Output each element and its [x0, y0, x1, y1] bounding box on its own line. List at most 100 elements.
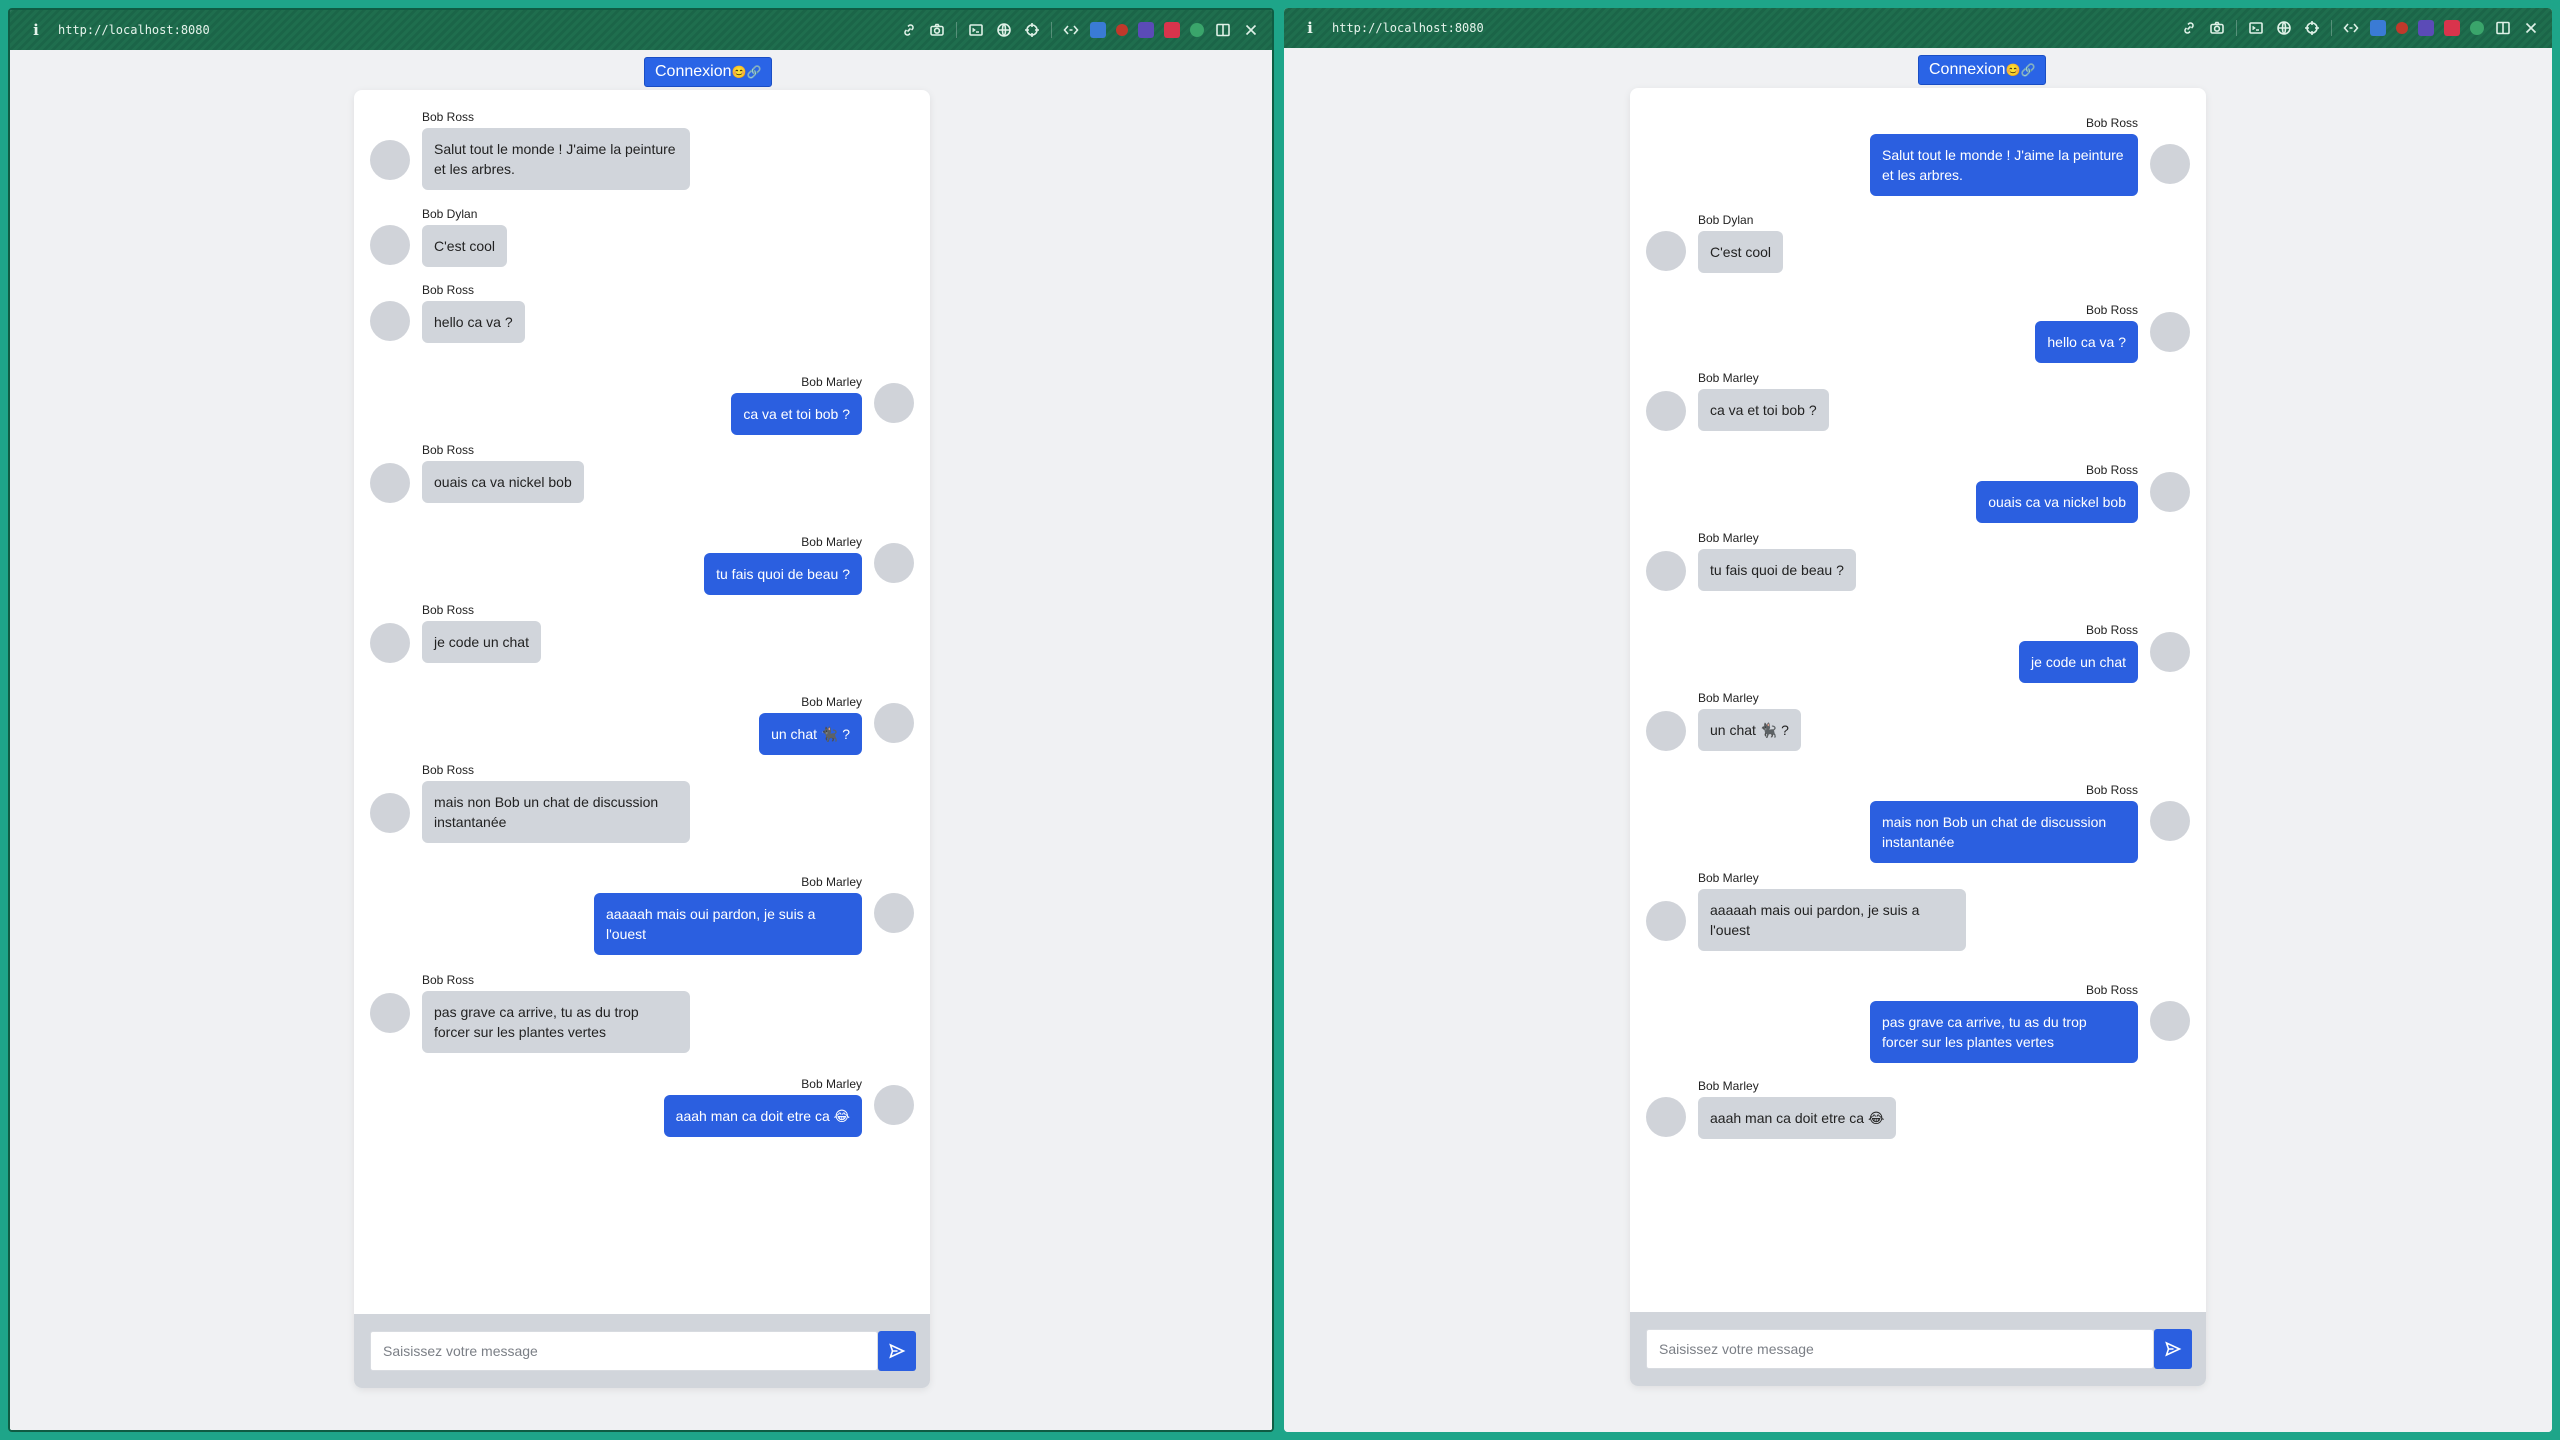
code-icon[interactable] — [1062, 21, 1080, 39]
extension-icon[interactable] — [2370, 20, 2386, 36]
avatar — [370, 623, 410, 663]
message-bubble: pas grave ca arrive, tu as du trop force… — [1870, 1001, 2138, 1063]
message-bubble: ca va et toi bob ? — [731, 393, 862, 435]
link-icon[interactable] — [2180, 19, 2198, 37]
message-author: Bob Marley — [801, 1077, 862, 1091]
message-author: Bob Ross — [422, 110, 475, 124]
message-bubble: C'est cool — [1698, 231, 1784, 273]
camera-icon[interactable] — [2208, 19, 2226, 37]
message-author: Bob Ross — [422, 443, 475, 457]
avatar — [370, 793, 410, 833]
avatar — [1646, 231, 1686, 271]
composer — [1630, 1312, 2206, 1386]
url-text[interactable]: http://localhost:8080 — [58, 23, 210, 37]
message-author: Bob Dylan — [422, 207, 478, 221]
message-input[interactable] — [370, 1331, 878, 1371]
message-author: Bob Marley — [1698, 691, 1759, 705]
message-bubble: mais non Bob un chat de discussion insta… — [422, 781, 690, 843]
toolbar-separator — [1051, 22, 1052, 38]
message-author: Bob Ross — [2085, 623, 2138, 637]
info-icon[interactable]: i — [1302, 20, 1318, 36]
message-author: Bob Marley — [801, 375, 862, 389]
message-author: Bob Marley — [1698, 371, 1759, 385]
url-text[interactable]: http://localhost:8080 — [1332, 21, 1484, 35]
camera-icon[interactable] — [928, 21, 946, 39]
message-author: Bob Ross — [2085, 983, 2138, 997]
crosshair-icon[interactable] — [1023, 21, 1041, 39]
message-bubble: hello ca va ? — [422, 301, 525, 343]
globe-icon[interactable] — [2275, 19, 2293, 37]
message-author: Bob Ross — [422, 973, 475, 987]
avatar — [2150, 1001, 2190, 1041]
close-icon[interactable] — [2522, 19, 2540, 37]
avatar — [2150, 312, 2190, 352]
message-input[interactable] — [1646, 1329, 2154, 1369]
split-view-icon[interactable] — [2494, 19, 2512, 37]
browser-window-right: i http://localhost:8080 Connexion😊🔗 Bob … — [1284, 8, 2552, 1432]
extension-icon[interactable] — [2470, 21, 2484, 35]
message-author: Bob Marley — [801, 695, 862, 709]
message-author: Bob Ross — [2085, 303, 2138, 317]
message-bubble: mais non Bob un chat de discussion insta… — [1870, 801, 2138, 863]
extension-icon[interactable] — [1090, 22, 1106, 38]
extension-icon[interactable] — [1138, 22, 1154, 38]
message-author: Bob Ross — [2085, 116, 2138, 130]
avatar — [874, 383, 914, 423]
message-author: Bob Ross — [2085, 783, 2138, 797]
send-button[interactable] — [878, 1331, 916, 1371]
link-icon[interactable] — [900, 21, 918, 39]
crosshair-icon[interactable] — [2303, 19, 2321, 37]
message-bubble: aaah man ca doit etre ca 😂 — [663, 1095, 862, 1137]
close-icon[interactable] — [1242, 21, 1260, 39]
page-content: Connexion😊🔗 Bob Ross Salut tout le monde… — [1284, 48, 2552, 1432]
avatar — [370, 301, 410, 341]
login-button[interactable]: Connexion😊🔗 — [1918, 55, 2047, 85]
message-author: Bob Ross — [422, 603, 475, 617]
message-bubble: aaaaah mais oui pardon, je suis a l'oues… — [1698, 889, 1966, 951]
avatar — [370, 993, 410, 1033]
extension-icon[interactable] — [1164, 22, 1180, 38]
toolbar-separator — [2331, 20, 2332, 36]
globe-icon[interactable] — [995, 21, 1013, 39]
message-author: Bob Ross — [422, 763, 475, 777]
extension-icon[interactable] — [2418, 20, 2434, 36]
avatar — [874, 1085, 914, 1125]
extension-icon[interactable] — [2396, 22, 2408, 34]
info-icon[interactable]: i — [28, 22, 44, 38]
message-bubble: aaaaah mais oui pardon, je suis a l'oues… — [594, 893, 862, 955]
login-label: Connexion — [1929, 61, 2006, 78]
title-bar: i http://localhost:8080 — [10, 10, 1272, 50]
message-author: Bob Marley — [1698, 871, 1759, 885]
page-content: Connexion😊🔗 Bob Ross Salut tout le monde… — [10, 50, 1272, 1430]
message-author: Bob Marley — [801, 535, 862, 549]
message-bubble: ouais ca va nickel bob — [422, 461, 584, 503]
message-author: Bob Ross — [2085, 463, 2138, 477]
avatar — [874, 893, 914, 933]
message-list[interactable]: Bob Ross Salut tout le monde ! J'aime la… — [354, 90, 930, 1314]
toolbar — [2180, 18, 2540, 38]
avatar — [2150, 472, 2190, 512]
extension-icon[interactable] — [2444, 20, 2460, 36]
terminal-icon[interactable] — [967, 21, 985, 39]
avatar — [370, 140, 410, 180]
message-bubble: tu fais quoi de beau ? — [1698, 549, 1856, 591]
message-bubble: un chat 🐈‍⬛ ? — [759, 713, 862, 755]
extension-icon[interactable] — [1116, 24, 1128, 36]
extension-icon[interactable] — [1190, 23, 1204, 37]
login-emoji: 😊🔗 — [731, 65, 762, 79]
code-icon[interactable] — [2342, 19, 2360, 37]
avatar — [1646, 901, 1686, 941]
avatar — [1646, 391, 1686, 431]
split-view-icon[interactable] — [1214, 21, 1232, 39]
message-bubble: C'est cool — [422, 225, 508, 267]
avatar — [874, 703, 914, 743]
message-bubble: hello ca va ? — [2035, 321, 2138, 363]
message-bubble: je code un chat — [2019, 641, 2138, 683]
send-button[interactable] — [2154, 1329, 2192, 1369]
login-button[interactable]: Connexion😊🔗 — [644, 57, 773, 87]
terminal-icon[interactable] — [2247, 19, 2265, 37]
message-author: Bob Ross — [422, 283, 475, 297]
avatar — [2150, 632, 2190, 672]
message-list[interactable]: Bob Ross Salut tout le monde ! J'aime la… — [1630, 88, 2206, 1312]
browser-window-left: i http://localhost:8080 Connexion😊🔗 Bob … — [8, 8, 1274, 1432]
